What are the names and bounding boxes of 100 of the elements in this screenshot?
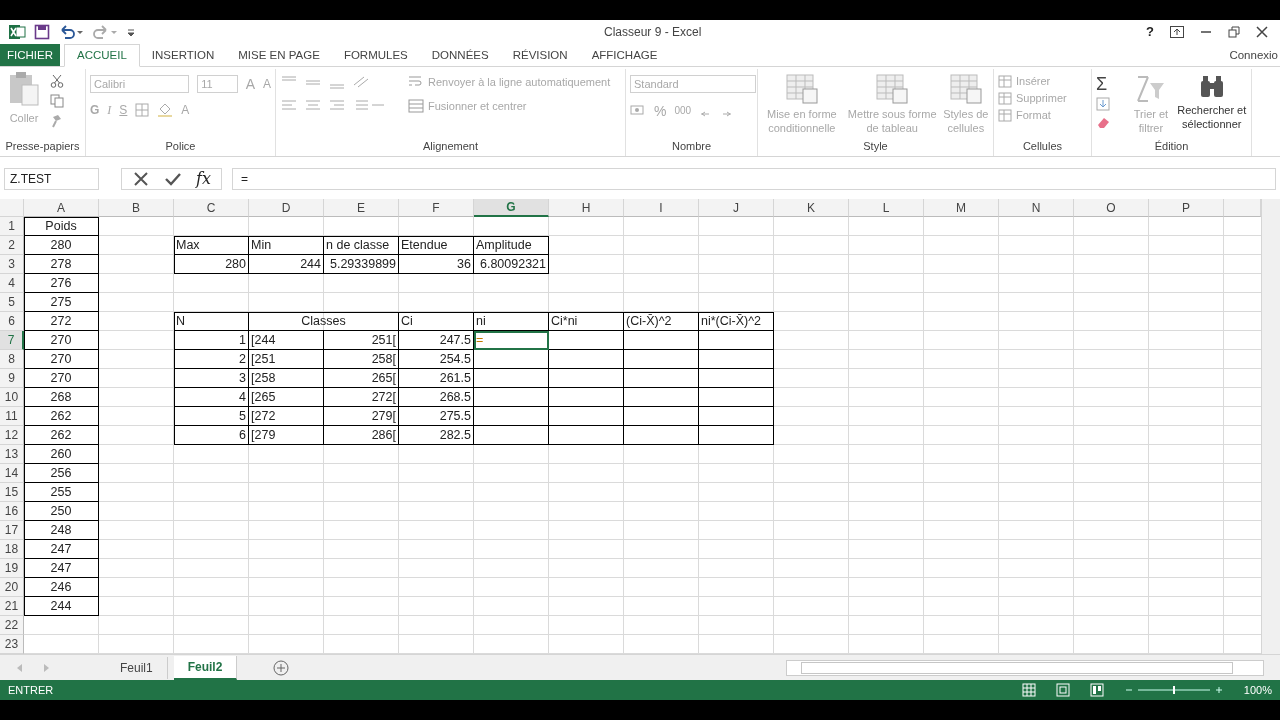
row-header[interactable]: 14 (0, 464, 24, 484)
column-header[interactable]: B (99, 199, 174, 218)
restore-icon[interactable] (1228, 25, 1240, 38)
column-header[interactable]: A (24, 199, 99, 218)
table-cell: 262 (24, 426, 99, 446)
file-tab[interactable]: FICHIER (0, 43, 60, 66)
table-cell: 248 (24, 521, 99, 541)
group-label: Nombre (670, 139, 713, 154)
sheet-tab[interactable]: Feuil1 (106, 656, 168, 679)
undo-icon[interactable] (58, 23, 84, 40)
zoom-slider-thumb[interactable] (1172, 686, 1175, 695)
row-header[interactable]: 13 (0, 445, 24, 465)
zoom-slider[interactable] (1123, 684, 1224, 697)
row-header[interactable]: 19 (0, 559, 24, 579)
group-label: Édition (1153, 139, 1190, 154)
ribbon-tab[interactable]: RÉVISION (500, 43, 580, 66)
row-header[interactable]: 5 (0, 293, 24, 313)
cancel-icon[interactable] (132, 169, 150, 188)
excel-logo-icon (8, 22, 26, 41)
help-button[interactable]: ? (1146, 24, 1154, 40)
zoom-level[interactable]: 100% (1243, 684, 1272, 697)
row-header[interactable]: 4 (0, 274, 24, 294)
column-header[interactable]: J (699, 199, 774, 218)
page-break-icon[interactable] (1089, 683, 1104, 698)
column-header[interactable]: K (774, 199, 849, 218)
row-header[interactable]: 22 (0, 616, 24, 636)
formula-field[interactable]: = (231, 167, 1276, 190)
ribbon-display-icon[interactable] (1170, 25, 1184, 38)
sheet-tab[interactable]: Feuil2 (173, 655, 238, 680)
horizontal-scrollbar[interactable] (786, 659, 1264, 676)
column-header[interactable]: N (999, 199, 1074, 218)
table-cell: 265[ (324, 369, 399, 389)
status-mode: ENTRER (8, 684, 54, 697)
row-header[interactable]: 18 (0, 540, 24, 560)
window-title: Classeur 9 - Excel (603, 24, 703, 39)
table-cell: 246 (24, 578, 99, 598)
table-cell: 5.29339899 (324, 255, 399, 275)
group-label: Presse-papiers (4, 139, 81, 154)
column-header[interactable]: L (849, 199, 924, 218)
normal-view-icon[interactable] (1021, 683, 1036, 698)
row-header[interactable]: 23 (0, 635, 24, 655)
ribbon-tab[interactable]: FORMULES (331, 43, 420, 66)
ribbon-tab[interactable]: MISE EN PAGE (226, 43, 332, 66)
row-header[interactable]: 6 (0, 312, 24, 332)
table-cell[interactable] (474, 426, 549, 446)
row-header[interactable]: 10 (0, 388, 24, 408)
table-cell: 36 (399, 255, 474, 275)
table-cell: 279[ (324, 407, 399, 427)
row-header[interactable]: 11 (0, 407, 24, 427)
ribbon-tab[interactable]: INSERTION (139, 43, 227, 66)
row-header[interactable]: 15 (0, 483, 24, 503)
table-cell: 247 (24, 540, 99, 560)
column-header[interactable]: P (1149, 199, 1224, 218)
table-cell[interactable] (474, 369, 549, 389)
cells-icon (998, 74, 1012, 88)
ribbon-tab[interactable]: AFFICHAGE (579, 43, 670, 66)
save-icon[interactable] (34, 23, 50, 40)
row-header[interactable]: 16 (0, 502, 24, 522)
ribbon-tab[interactable]: ACCUEIL (64, 43, 140, 67)
sign-in-link[interactable]: Connexio (1229, 43, 1280, 66)
redo-icon[interactable] (92, 23, 118, 40)
column-header[interactable]: M (924, 199, 999, 218)
row-header[interactable]: 9 (0, 369, 24, 389)
name-box[interactable]: Z.TEST (4, 167, 99, 190)
table-cell[interactable] (474, 350, 549, 370)
column-header[interactable]: G (474, 199, 549, 218)
row-header[interactable]: 17 (0, 521, 24, 541)
row-header[interactable]: 21 (0, 597, 24, 617)
row-header[interactable]: 7 (0, 331, 24, 351)
table-cell: 5 (174, 407, 249, 427)
table-cell: 270 (24, 331, 99, 351)
column-header[interactable]: H (549, 199, 624, 218)
insert-function-button[interactable]: fx (196, 169, 211, 189)
table-cell[interactable] (474, 388, 549, 408)
group-label: Alignement (421, 139, 479, 154)
table-cell: [251 (249, 350, 324, 370)
row-header[interactable]: 8 (0, 350, 24, 370)
column-header[interactable]: D (249, 199, 324, 218)
row-header[interactable]: 2 (0, 236, 24, 256)
table-cell: Classes (249, 312, 399, 332)
column-header[interactable]: C (174, 199, 249, 218)
column-header[interactable]: F (399, 199, 474, 218)
row-header[interactable]: 3 (0, 255, 24, 275)
row-header[interactable]: 20 (0, 578, 24, 598)
column-header[interactable]: O (1074, 199, 1149, 218)
page-layout-icon[interactable] (1055, 683, 1070, 698)
wrap-text-icon (408, 74, 424, 89)
add-sheet-icon[interactable] (273, 659, 290, 676)
column-header[interactable]: I (624, 199, 699, 218)
row-header[interactable]: 12 (0, 426, 24, 446)
close-icon[interactable] (1256, 25, 1268, 38)
row-header[interactable]: 1 (0, 217, 24, 237)
table-cell[interactable] (474, 407, 549, 427)
column-header[interactable] (1224, 199, 1261, 218)
table-cell: 255 (24, 483, 99, 503)
vertical-scrollbar[interactable] (1261, 199, 1280, 655)
table-cell: Ci (399, 312, 474, 332)
column-header[interactable]: E (324, 199, 399, 218)
ribbon-tab[interactable]: DONNÉES (419, 43, 501, 66)
table-cell: 1 (174, 331, 249, 351)
